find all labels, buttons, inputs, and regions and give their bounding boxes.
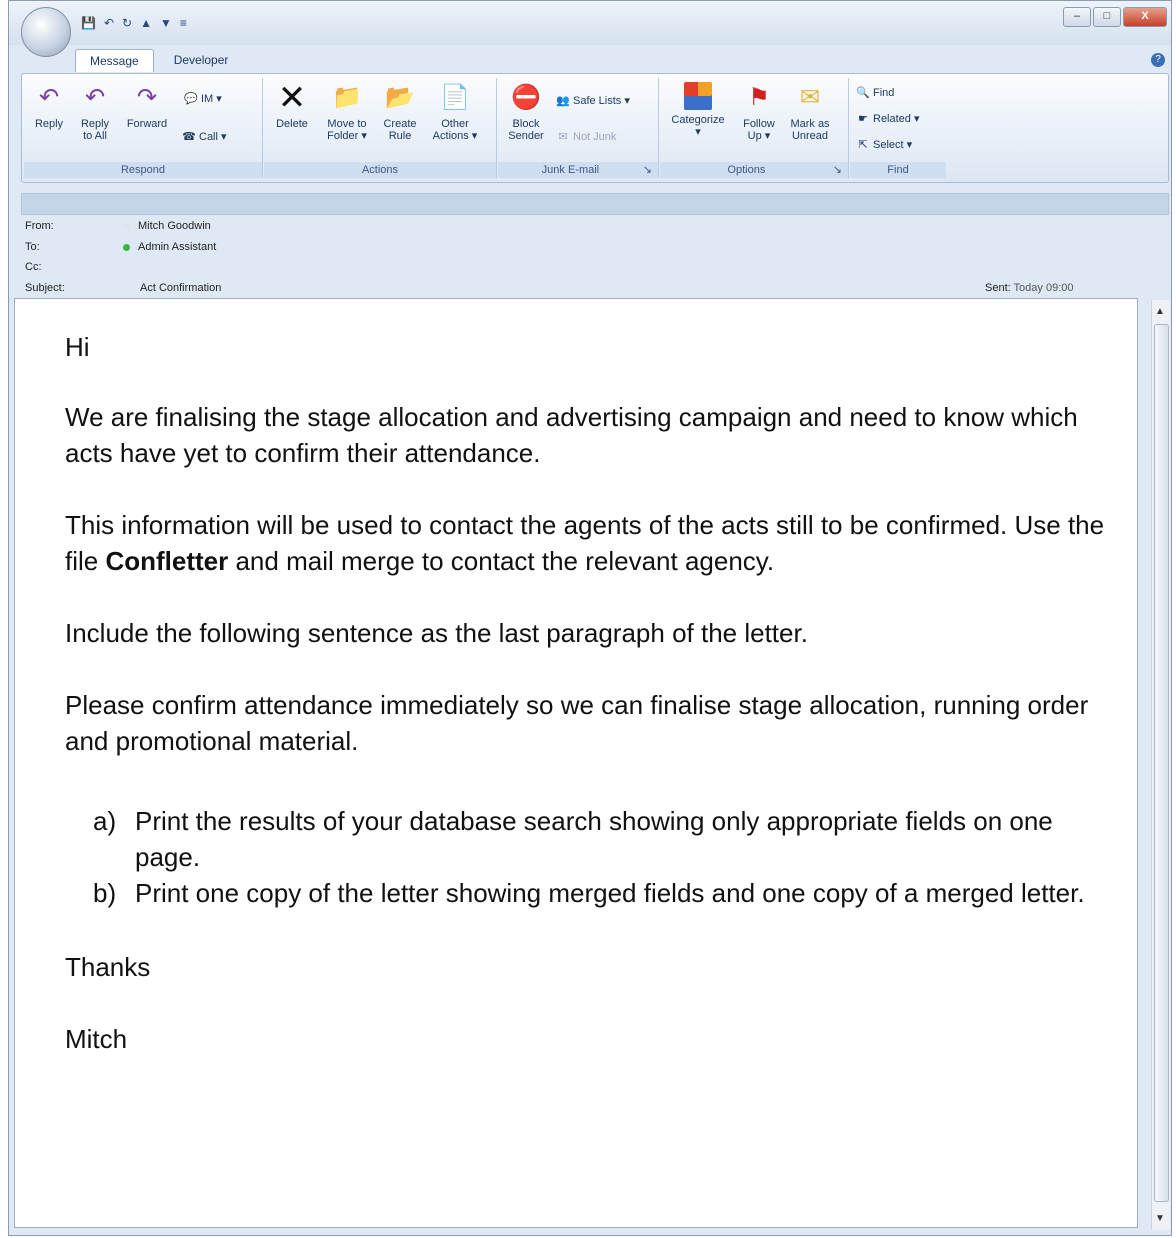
message-text: Hi We are finalising the stage allocatio… xyxy=(65,329,1105,1057)
document-icon: 📄 xyxy=(440,84,470,111)
group-label-actions: Actions xyxy=(264,162,496,178)
list-item: a) Print the results of your database sea… xyxy=(93,806,1053,872)
not-junk-icon: ✉ xyxy=(558,131,568,143)
reply-all-button[interactable]: ↶ Reply to All xyxy=(76,82,114,142)
to-value[interactable]: Admin Assistant xyxy=(123,240,216,254)
paragraph-4: Please confirm attendance immediately so… xyxy=(65,690,1089,756)
office-button[interactable] xyxy=(21,7,71,57)
binoculars-icon: 🔍 xyxy=(856,87,870,99)
group-find: 🔍 Find ☛ Related ▾ ⇱ Select ▾ Find xyxy=(850,78,946,178)
other-actions-button[interactable]: 📄 Other Actions ▾ xyxy=(426,82,484,142)
reply-button[interactable]: ↶ Reply xyxy=(30,82,68,130)
categorize-button[interactable]: Categorize ▾ xyxy=(664,82,732,138)
not-junk-button[interactable]: ✉ Not Junk xyxy=(556,130,616,144)
maximize-button[interactable]: □ xyxy=(1093,7,1121,27)
delete-button[interactable]: ✕ Delete xyxy=(270,79,314,130)
greeting: Hi xyxy=(65,332,90,362)
mark-as-unread-button[interactable]: ✉ Mark as Unread xyxy=(784,82,836,142)
related-button[interactable]: ☛ Related ▾ xyxy=(856,112,919,126)
safe-lists-button[interactable]: 👥 Safe Lists ▾ xyxy=(556,94,630,108)
reply-icon: ↶ xyxy=(38,84,60,111)
sent-info: Sent: Today 09:00 xyxy=(985,282,1074,294)
im-button[interactable]: 💬 IM ▾ xyxy=(184,92,222,106)
ribbon-tabs: Message Developer xyxy=(75,49,242,72)
help-icon[interactable]: ? xyxy=(1151,53,1165,67)
down-arrow-icon[interactable]: ▼ xyxy=(160,15,172,31)
from-label: From: xyxy=(25,220,54,232)
subject-label: Subject: xyxy=(25,282,65,294)
scroll-thumb[interactable] xyxy=(1154,324,1169,1202)
instruction-list: a) Print the results of your database sea… xyxy=(65,803,1105,911)
tab-message[interactable]: Message xyxy=(75,49,154,72)
call-button[interactable]: ☎ Call ▾ xyxy=(182,130,226,144)
folder-icon: 📁 xyxy=(332,84,362,111)
paragraph-1: We are finalising the stage allocation a… xyxy=(65,402,1078,468)
from-value[interactable]: Mitch Goodwin xyxy=(123,219,211,233)
block-sender-icon: ⛔ xyxy=(511,84,541,111)
quick-access-toolbar: 💾 ↶ ↻ ▲ ▼ ≡ xyxy=(81,13,187,33)
message-body[interactable]: Hi We are finalising the stage allocatio… xyxy=(14,298,1138,1228)
presence-icon xyxy=(123,222,130,230)
forward-icon: ↷ xyxy=(136,84,158,111)
dialog-launcher-icon[interactable]: ↘ xyxy=(643,162,652,178)
delete-icon: ✕ xyxy=(277,79,307,117)
im-icon: 💬 xyxy=(184,93,198,105)
subject-value: Act Confirmation xyxy=(140,282,222,294)
group-label-find: Find xyxy=(850,162,946,178)
window-controls: – □ X xyxy=(1063,7,1167,27)
related-icon: ☛ xyxy=(858,113,868,125)
select-button[interactable]: ⇱ Select ▾ xyxy=(856,138,912,152)
vertical-scrollbar[interactable]: ▲ ▼ xyxy=(1151,300,1170,1230)
forward-button[interactable]: ↷ Forward xyxy=(120,82,174,130)
rule-icon: 📂 xyxy=(385,84,415,111)
flag-icon: ⚑ xyxy=(748,84,770,111)
find-button[interactable]: 🔍 Find xyxy=(856,86,894,100)
signature: Mitch xyxy=(65,1024,128,1054)
scroll-up-icon[interactable]: ▲ xyxy=(1155,306,1165,317)
presence-online-icon xyxy=(123,243,130,251)
ribbon: ↶ Reply ↶ Reply to All ↷ Forward 💬 IM ▾ ☎… xyxy=(21,73,1169,183)
close-button[interactable]: X xyxy=(1123,7,1167,27)
tab-developer[interactable]: Developer xyxy=(160,49,243,72)
up-arrow-icon[interactable]: ▲ xyxy=(140,15,152,31)
group-options: Categorize ▾ ⚑ Follow Up ▾ ✉ Mark as Unre… xyxy=(660,78,849,178)
cc-label: Cc: xyxy=(25,261,42,273)
dialog-launcher-icon[interactable]: ↘ xyxy=(833,162,842,178)
paragraph-3: Include the following sentence as the la… xyxy=(65,618,808,648)
phone-icon: ☎ xyxy=(182,131,196,143)
save-icon[interactable]: 💾 xyxy=(81,15,96,31)
closing: Thanks xyxy=(65,952,151,982)
group-label-options: Options ↘ xyxy=(660,162,848,178)
group-actions: ✕ Delete 📁 Move to Folder ▾ 📂 Create Rul… xyxy=(264,78,497,178)
group-label-junk: Junk E-mail ↘ xyxy=(498,162,658,178)
categorize-icon xyxy=(684,82,712,110)
undo-icon[interactable]: ↶ xyxy=(104,15,114,31)
safe-lists-icon: 👥 xyxy=(556,95,570,107)
group-junk-email: ⛔ Block Sender 👥 Safe Lists ▾ ✉ Not Junk J… xyxy=(498,78,659,178)
move-to-folder-button[interactable]: 📁 Move to Folder ▾ xyxy=(320,82,374,142)
to-label: To: xyxy=(25,241,40,253)
customize-qat-icon[interactable]: ≡ xyxy=(180,15,187,31)
redo-icon[interactable]: ↻ xyxy=(122,15,132,31)
block-sender-button[interactable]: ⛔ Block Sender xyxy=(502,82,550,142)
follow-up-button[interactable]: ⚑ Follow Up ▾ xyxy=(736,82,782,142)
title-bar: 💾 ↶ ↻ ▲ ▼ ≡ – □ X xyxy=(9,1,1171,45)
envelope-icon: ✉ xyxy=(799,84,821,111)
group-label-respond: Respond xyxy=(24,162,262,178)
scroll-down-icon[interactable]: ▼ xyxy=(1155,1213,1165,1224)
select-icon: ⇱ xyxy=(858,139,868,151)
minimize-button[interactable]: – xyxy=(1063,7,1091,27)
create-rule-button[interactable]: 📂 Create Rule xyxy=(378,82,422,142)
group-respond: ↶ Reply ↶ Reply to All ↷ Forward 💬 IM ▾ ☎… xyxy=(24,78,263,178)
list-item: b) Print one copy of the letter showing m… xyxy=(93,878,1085,908)
info-bar xyxy=(21,193,1169,215)
filename: Confletter xyxy=(105,546,229,576)
paragraph-2: This information will be used to contact… xyxy=(65,510,1105,576)
reply-all-icon: ↶ xyxy=(84,84,106,111)
